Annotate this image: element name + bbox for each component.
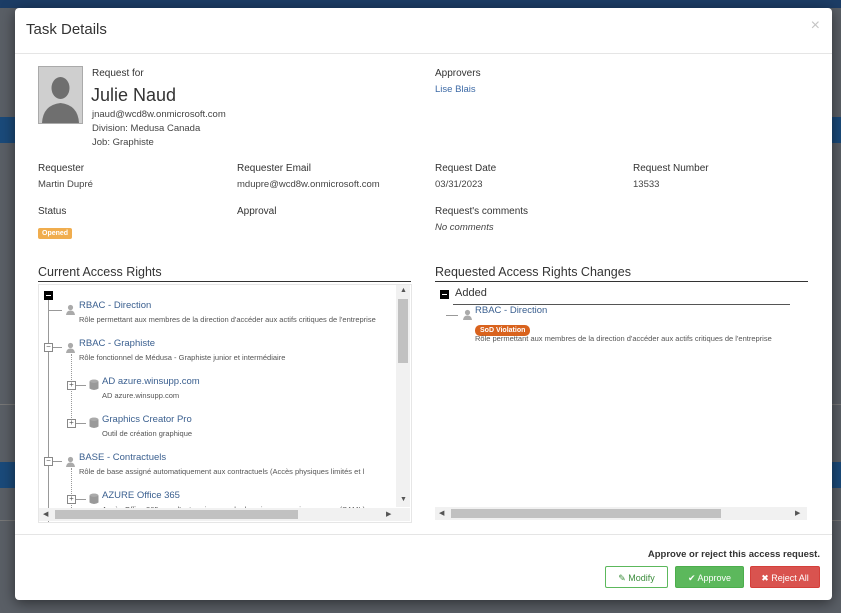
requestee-division: Division: Medusa Canada: [92, 123, 201, 134]
tree-item-name[interactable]: BASE - Contractuels: [79, 452, 166, 463]
tree-item-name[interactable]: AZURE Office 365: [102, 490, 180, 501]
modify-button-label: Modify: [628, 573, 655, 583]
scroll-left-arrow-icon[interactable]: ◀: [439, 509, 444, 517]
database-icon: [89, 417, 99, 428]
tree-connector: [446, 315, 458, 316]
requested-changes-tree: Added RBAC - Direction SoD Violation Rôl…: [435, 284, 807, 521]
status-badge-wrap: Opened: [38, 222, 73, 240]
reject-all-button[interactable]: ✖ Reject All: [750, 566, 820, 588]
scroll-down-arrow-icon[interactable]: ▼: [400, 496, 407, 503]
tree-connector: [76, 499, 86, 500]
request-date-value: 03/31/2023: [435, 179, 483, 190]
scrollbar-thumb[interactable]: [451, 509, 721, 518]
tree-item-desc: AD azure.winsupp.com: [102, 391, 180, 400]
tree-connector: [48, 300, 49, 522]
horizontal-scrollbar[interactable]: ◀ ▶: [39, 508, 410, 521]
request-number-label: Request Number: [633, 163, 709, 174]
approval-label: Approval: [237, 206, 277, 217]
status-badge: Opened: [38, 228, 73, 239]
tree-item-desc: Rôle fonctionnel de Médusa - Graphiste j…: [79, 353, 286, 362]
modal-title: Task Details: [26, 21, 107, 38]
avatar: [38, 66, 83, 124]
tree-item-desc: Rôle permettant aux membres de la direct…: [79, 315, 376, 324]
request-for-label: Request for: [92, 68, 144, 79]
task-details-modal: Task Details × Request for Julie Naud jn…: [15, 8, 832, 600]
tree-item-desc: Outil de création graphique: [102, 429, 193, 438]
scrollbar-thumb[interactable]: [398, 299, 408, 363]
tree-connector: [53, 347, 62, 348]
comments-label: Request's comments: [435, 206, 529, 217]
person-icon: [66, 342, 75, 353]
tree-item-name[interactable]: RBAC - Direction: [79, 300, 151, 311]
approvers-label: Approvers: [435, 68, 481, 79]
scroll-up-arrow-icon[interactable]: ▲: [400, 287, 407, 294]
close-icon[interactable]: ×: [811, 17, 820, 35]
added-item-desc: Rôle permettant aux membres de la direct…: [475, 334, 772, 343]
scroll-right-arrow-icon[interactable]: ▶: [386, 510, 391, 518]
requester-label: Requester: [38, 163, 85, 174]
modal-header: Task Details ×: [15, 8, 832, 54]
reject-button-label: Reject All: [771, 573, 809, 583]
tree-connector: [71, 354, 72, 426]
tree-connector: [53, 461, 62, 462]
section-divider: [38, 281, 411, 282]
person-icon: [463, 309, 472, 320]
requestee-email: jnaud@wcd8w.onmicrosoft.com: [92, 109, 226, 120]
requester-value: Martin Dupré: [38, 179, 93, 190]
tree-item-name[interactable]: Graphics Creator Pro: [102, 414, 192, 425]
request-number-value: 13533: [633, 179, 660, 190]
pencil-icon: ✎: [618, 573, 626, 583]
x-icon: ✖: [761, 573, 769, 583]
requestee-name: Julie Naud: [91, 85, 177, 105]
collapse-icon[interactable]: −: [44, 343, 53, 352]
expand-icon[interactable]: +: [67, 419, 76, 428]
backdrop-topbar: [0, 0, 841, 8]
status-label: Status: [38, 206, 67, 217]
scroll-right-arrow-icon[interactable]: ▶: [795, 509, 800, 517]
expand-icon[interactable]: +: [67, 495, 76, 504]
tree-item-name[interactable]: AD azure.winsupp.com: [102, 376, 200, 387]
requestee-job: Job: Graphiste: [92, 137, 154, 148]
tree-connector: [76, 385, 86, 386]
person-silhouette-icon: [39, 67, 82, 123]
tree-item-desc: Rôle de base assigné automatiquement aux…: [79, 467, 365, 476]
collapse-icon[interactable]: [44, 291, 53, 300]
scrollbar-thumb[interactable]: [55, 510, 298, 519]
modal-footer: Approve or reject this access request. ✎…: [15, 534, 832, 600]
added-group-label: Added: [455, 287, 487, 299]
collapse-icon[interactable]: −: [44, 457, 53, 466]
vertical-scrollbar[interactable]: ▲ ▼: [396, 285, 410, 507]
current-rights-title: Current Access Rights: [38, 265, 162, 279]
horizontal-scrollbar[interactable]: ◀ ▶: [435, 507, 807, 520]
requester-email-value: mdupre@wcd8w.onmicrosoft.com: [237, 179, 380, 190]
tree-connector: [76, 423, 86, 424]
tree-connector: [48, 310, 62, 311]
requester-email-label: Requester Email: [237, 163, 311, 174]
approver-link[interactable]: Lise Blais: [435, 84, 476, 95]
person-icon: [66, 456, 75, 467]
approve-button-label: Approve: [697, 573, 732, 583]
collapse-icon[interactable]: [440, 290, 449, 299]
database-icon: [89, 379, 99, 390]
comments-value: No comments: [435, 222, 494, 233]
footer-message: Approve or reject this access request.: [647, 549, 820, 560]
expand-icon[interactable]: +: [67, 381, 76, 390]
current-rights-tree: RBAC - Direction Rôle permettant aux mem…: [38, 284, 412, 523]
database-icon: [89, 493, 99, 504]
added-item-name[interactable]: RBAC - Direction: [475, 305, 547, 316]
check-icon: ✔: [687, 573, 696, 583]
requested-changes-title: Requested Access Rights Changes: [435, 265, 631, 279]
approve-button[interactable]: ✔ Approve: [675, 566, 744, 588]
section-divider: [435, 281, 808, 282]
request-date-label: Request Date: [435, 163, 497, 174]
tree-item-name[interactable]: RBAC - Graphiste: [79, 338, 155, 349]
modify-button[interactable]: ✎ Modify: [605, 566, 668, 588]
person-icon: [66, 304, 75, 315]
scroll-left-arrow-icon[interactable]: ◀: [43, 510, 48, 518]
